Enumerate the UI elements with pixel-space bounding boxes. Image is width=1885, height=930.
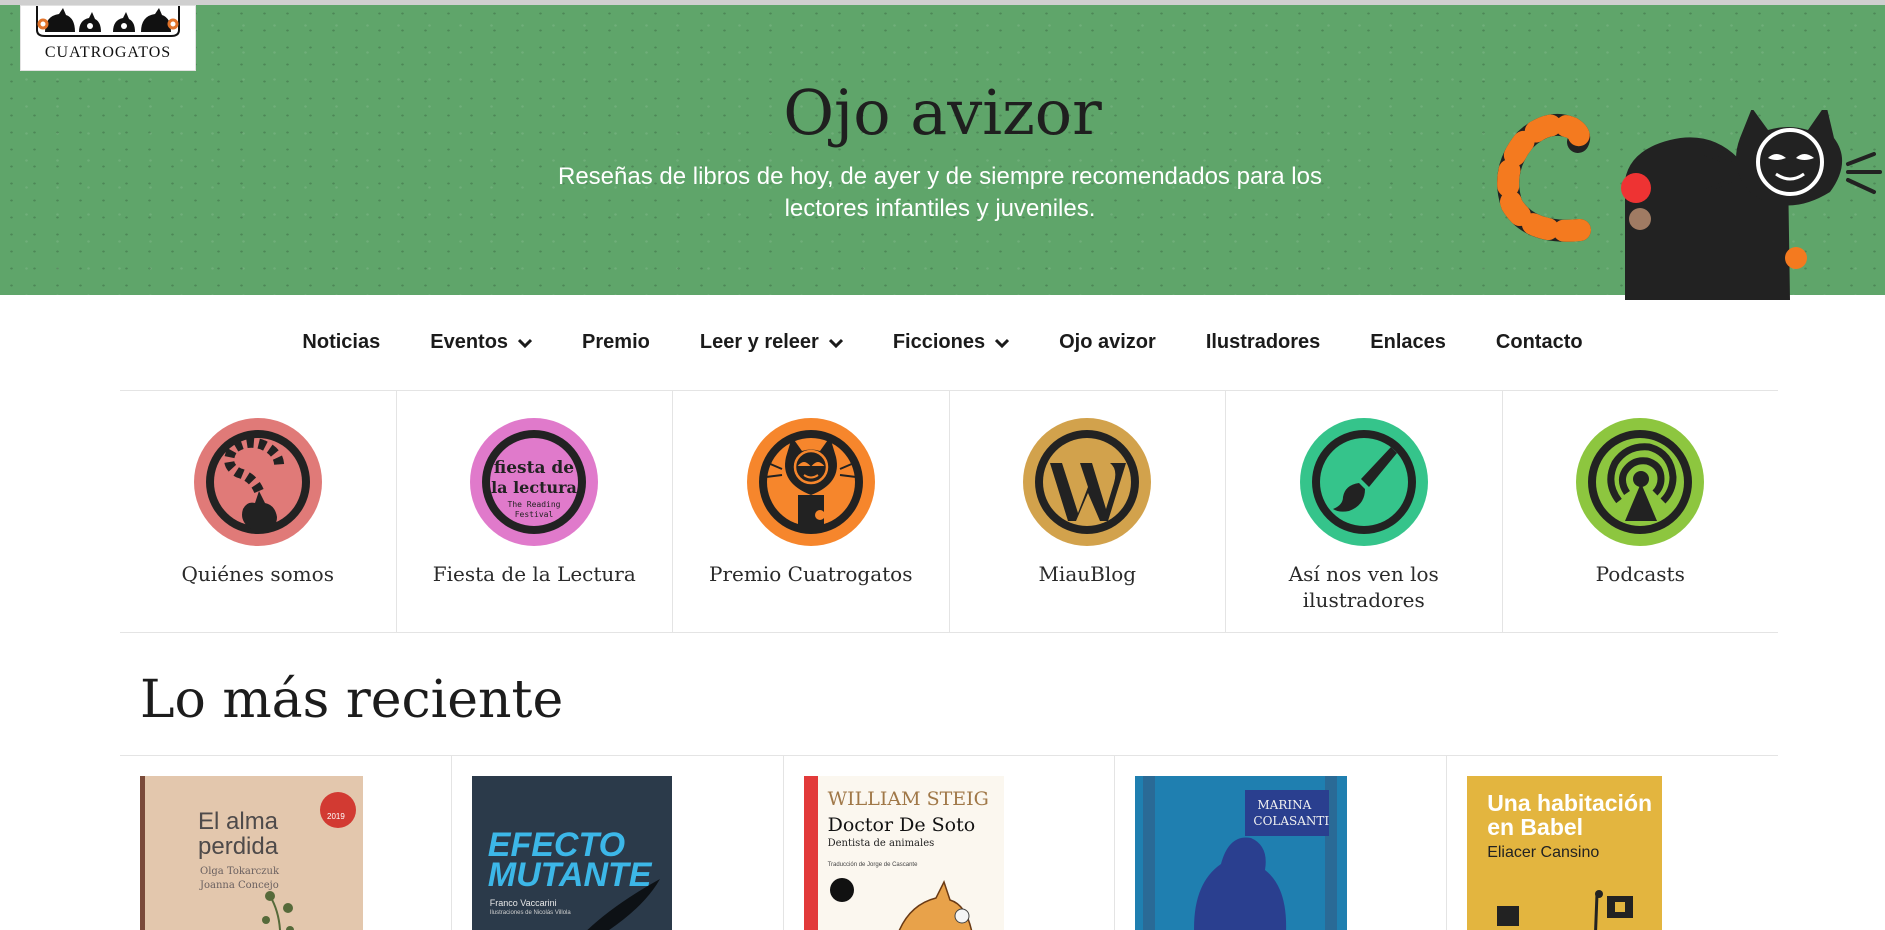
page-subtitle: Reseñas de libros de hoy, de ayer y de s… [558, 163, 1322, 222]
book-card: El alma perdida Olga Tokarczuk Joanna Co… [120, 756, 452, 930]
logo-cats-icon [35, 6, 181, 44]
book-card: MARINA COLASANTI [1115, 756, 1448, 930]
nav-item-ficciones[interactable]: Ficciones [892, 331, 1010, 354]
book-card: Una habitación en Babel Eliacer Cansino [1447, 756, 1778, 930]
wordpress-icon [1023, 418, 1152, 546]
cover-illustrator: Ilustraciones de Nicolás Villola [489, 910, 571, 916]
nav-item-eventos[interactable]: Eventos [430, 331, 533, 354]
cat-face-icon [746, 418, 875, 546]
shortcut-label: Premio Cuatrogatos [709, 562, 913, 586]
shortcut-podcasts[interactable]: Podcasts [1503, 391, 1779, 632]
book-card: WILLIAM STEIG Doctor De Soto Dentista de… [784, 756, 1116, 930]
shortcut-label: Quiénes somos [181, 562, 334, 586]
fiesta-lectura-icon: fiesta de la lectura The Reading Festiva… [470, 418, 599, 546]
feather-icon [587, 879, 660, 930]
shortcut-fiesta-lectura[interactable]: fiesta de la lectura The Reading Festiva… [397, 391, 673, 632]
cover-author-line1: MARINA [1257, 798, 1312, 812]
book-cover-el-alma-perdida[interactable]: El alma perdida Olga Tokarczuk Joanna Co… [140, 776, 363, 930]
site-logo[interactable]: CUATROGATOS [20, 5, 196, 71]
cover-author: Franco Vaccarini [489, 898, 557, 908]
nav-label: Noticias [302, 331, 381, 353]
podcast-icon [1576, 418, 1705, 546]
building-illustration-icon [1497, 890, 1634, 930]
shortcut-grid: Quiénes somos fiesta de la lectura The R… [120, 390, 1778, 633]
book-cover-efecto-mutante[interactable]: EFECTO MUTANTE Franco Vaccarini Ilustrac… [471, 776, 672, 930]
cover-author: WILLIAM STEIG [827, 788, 989, 810]
fox-icon [898, 880, 972, 930]
cover-title: Doctor De Soto [827, 814, 976, 836]
chevron-down-icon [995, 338, 1010, 348]
logo-text: CUATROGATOS [44, 44, 172, 61]
chevron-down-icon [828, 338, 843, 348]
chevron-down-icon [518, 338, 533, 348]
shortcut-miaublog[interactable]: MiauBlog [950, 391, 1226, 632]
fiesta-text-4: Festival [515, 510, 554, 519]
cat-illustration-icon [1497, 110, 1882, 300]
shortcut-quienes-somos[interactable]: Quiénes somos [120, 391, 397, 632]
publisher-logo [829, 878, 854, 902]
nav-item-premio[interactable]: Premio [582, 331, 650, 354]
hero-banner: CUATROGATOS Ojo avizor Reseñas de libros… [0, 5, 1885, 300]
nav-label: Leer y releer [699, 331, 819, 353]
nav-label: Ilustradores [1205, 331, 1321, 353]
shortcut-label: Así nos ven los ilustradores [1288, 562, 1439, 612]
cover-title-line1: Una habitación [1487, 790, 1653, 816]
plant-icon [262, 891, 294, 930]
book-cover-marina-colasanti[interactable]: MARINA COLASANTI [1135, 776, 1348, 930]
nav-label: Premio [582, 331, 650, 353]
nav-label: Ojo avizor [1059, 331, 1156, 353]
figure-illustration-icon [1194, 837, 1287, 930]
nav-label: Contacto [1495, 331, 1583, 353]
cat-tail-icon [193, 418, 322, 546]
cover-title-line2: perdida [198, 833, 279, 860]
cover-author: Eliacer Cansino [1487, 844, 1600, 861]
cover-subtitle: Dentista de animales [827, 838, 935, 849]
paintbrush-icon [1299, 418, 1428, 546]
nav-item-ilustradores[interactable]: Ilustradores [1206, 331, 1320, 354]
cover-authors-line1: Olga Tokarczuk [200, 866, 280, 877]
book-card: EFECTO MUTANTE Franco Vaccarini Ilustrac… [452, 756, 784, 930]
nav-item-noticias[interactable]: Noticias [302, 331, 380, 354]
nav-item-contacto[interactable]: Contacto [1496, 331, 1583, 354]
recent-books: El alma perdida Olga Tokarczuk Joanna Co… [120, 755, 1778, 930]
cover-title-line2: en Babel [1487, 814, 1584, 840]
shortcut-label: Podcasts [1595, 562, 1685, 586]
fiesta-text-3: The Reading [508, 500, 561, 509]
fiesta-text-2: la lectura [491, 478, 577, 497]
section-title: Lo más reciente [140, 670, 564, 730]
nav-item-leer-y-releer[interactable]: Leer y releer [700, 331, 843, 354]
nav-item-enlaces[interactable]: Enlaces [1370, 331, 1446, 354]
fiesta-text-1: fiesta de [494, 458, 574, 478]
main-navigation: Noticias Eventos Premio Leer y releer Fi… [0, 295, 1885, 390]
nav-label: Enlaces [1370, 331, 1446, 353]
shortcut-label: Fiesta de la Lectura [432, 562, 636, 586]
book-cover-doctor-de-soto[interactable]: WILLIAM STEIG Doctor De Soto Dentista de… [803, 776, 1004, 930]
nav-label: Eventos [430, 331, 509, 353]
shortcut-label: MiauBlog [1038, 562, 1137, 586]
nav-label: Ficciones [892, 331, 986, 353]
cover-translator: Traducción de Jorge de Cascante [827, 862, 918, 868]
cover-title-line1: El alma [198, 808, 279, 835]
nav-item-ojo-avizor[interactable]: Ojo avizor [1059, 331, 1156, 354]
shortcut-ilustradores[interactable]: Así nos ven los ilustradores [1226, 391, 1503, 632]
award-badge [320, 792, 356, 828]
award-year: 2019 [327, 812, 345, 821]
book-cover-una-habitacion-en-babel[interactable]: Una habitación en Babel Eliacer Cansino [1467, 776, 1663, 930]
shortcut-premio-cuatrogatos[interactable]: Premio Cuatrogatos [673, 391, 950, 632]
